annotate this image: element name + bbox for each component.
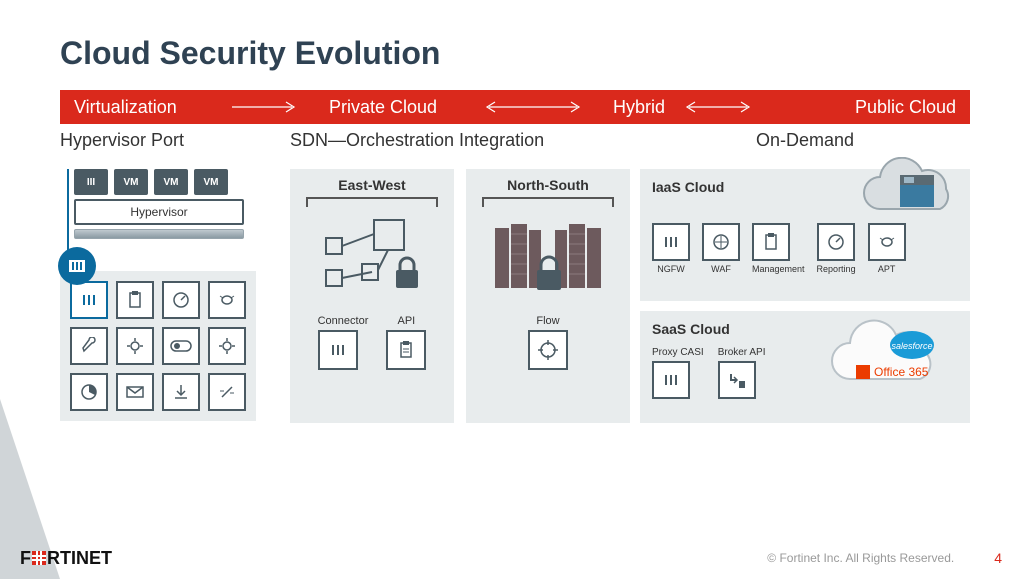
gear-icon	[208, 327, 246, 365]
iaas-panel: IaaS Cloud NGFW WAF Management Reporting…	[640, 169, 970, 301]
slide-footer: FRTINET © Fortinet Inc. All Rights Reser…	[0, 537, 1030, 579]
datacenter-diagram	[476, 209, 620, 309]
hypervisor-diagram: III VM VM VM Hypervisor	[60, 169, 260, 421]
arrow-bidir-icon	[679, 101, 769, 113]
clipboard-icon	[752, 223, 790, 261]
vm-tile: VM	[154, 169, 188, 195]
mail-icon	[116, 373, 154, 411]
vm-tile-row: III VM VM VM	[74, 169, 260, 195]
page-number: 4	[994, 550, 1002, 566]
api-label: API	[386, 315, 426, 327]
panel-title: North-South	[476, 177, 620, 193]
slide: Cloud Security Evolution Virtualization …	[0, 0, 1030, 423]
gauge-icon	[817, 223, 855, 261]
gauge-icon	[162, 281, 200, 319]
firewall-icon	[70, 281, 108, 319]
band-virtualization: Virtualization	[74, 97, 224, 118]
arrow-right-icon	[224, 101, 329, 113]
band-public-cloud: Public Cloud	[769, 97, 956, 118]
management-item: Management	[752, 223, 805, 274]
icon-label: Management	[752, 264, 805, 274]
target-icon	[528, 330, 568, 370]
clipboard-icon	[116, 281, 154, 319]
feature-icon-grid	[60, 271, 256, 421]
unlink-icon	[208, 373, 246, 411]
reporting-item: Reporting	[817, 223, 856, 274]
gear-icon	[116, 327, 154, 365]
hypervisor-column: III VM VM VM Hypervisor	[60, 169, 290, 423]
sub-hypervisor-port: Hypervisor Port	[60, 130, 290, 151]
firewall-circle-icon	[58, 247, 96, 285]
panel-controls: Flow	[476, 315, 620, 370]
firewall-icon	[652, 223, 690, 261]
panel-title: East-West	[300, 177, 444, 193]
evolution-band: Virtualization Private Cloud Hybrid Publ…	[60, 90, 970, 124]
saas-panel: salesforce Office 365 SaaS Cloud Proxy C…	[640, 311, 970, 423]
north-south-panel: North-South	[466, 169, 630, 423]
panel-controls: Connector API	[300, 315, 444, 370]
icon-label: Reporting	[817, 264, 856, 274]
icon-label: NGFW	[657, 264, 685, 274]
server-rack-icon	[74, 229, 244, 239]
sub-sdn-orchestration: SDN—Orchestration Integration	[290, 130, 640, 151]
topology-diagram	[300, 209, 444, 309]
bug-icon	[208, 281, 246, 319]
icon-label: Broker API	[718, 347, 766, 358]
clipboard-icon	[386, 330, 426, 370]
waf-item: WAF	[702, 223, 740, 274]
broker-api-item: Broker API	[718, 347, 766, 402]
bracket-icon	[306, 197, 438, 205]
vm-tile: III	[74, 169, 108, 195]
ngfw-item: NGFW	[652, 223, 690, 274]
download-icon	[162, 373, 200, 411]
connector-item: Connector	[318, 315, 369, 370]
wrench-icon	[70, 327, 108, 365]
east-west-panel: East-West	[290, 169, 454, 423]
copyright-text: © Fortinet Inc. All Rights Reserved.	[767, 551, 954, 565]
salesforce-logo: salesforce	[891, 341, 932, 351]
pie-icon	[70, 373, 108, 411]
band-hybrid: Hybrid	[599, 97, 679, 118]
hypervisor-box: Hypervisor	[74, 199, 244, 225]
sdn-column: East-West	[290, 169, 640, 423]
shield-icon	[702, 223, 740, 261]
proxy-casi-item: Proxy CASI	[652, 347, 704, 402]
cloud-saas-icon: salesforce Office 365	[820, 317, 960, 410]
cloud-vm-icon	[852, 157, 962, 236]
band-private-cloud: Private Cloud	[329, 97, 479, 118]
vm-tile: VM	[114, 169, 148, 195]
toggle-icon	[162, 327, 200, 365]
office365-logo: Office 365	[856, 365, 929, 379]
firewall-icon	[652, 361, 690, 399]
fortinet-logo: FRTINET	[20, 548, 112, 569]
cloud-column: IaaS Cloud NGFW WAF Management Reporting…	[640, 169, 970, 423]
connector-label: Connector	[318, 315, 369, 327]
vm-tile: VM	[194, 169, 228, 195]
slide-title: Cloud Security Evolution	[60, 35, 970, 72]
subcaption-row: Hypervisor Port SDN—Orchestration Integr…	[60, 130, 970, 151]
icon-label: WAF	[711, 264, 731, 274]
svg-text:Office 365: Office 365	[874, 365, 929, 379]
flow-item: Flow	[528, 315, 568, 370]
sub-on-demand: On-Demand	[640, 130, 970, 151]
icon-label: Proxy CASI	[652, 347, 704, 358]
content-columns: III VM VM VM Hypervisor	[60, 169, 970, 423]
api-item: API	[386, 315, 426, 370]
firewall-icon	[318, 330, 358, 370]
icon-label: APT	[878, 264, 896, 274]
arrow-db-icon	[718, 361, 756, 399]
bracket-icon	[482, 197, 614, 205]
flow-label: Flow	[528, 315, 568, 327]
arrow-bidir-icon	[479, 101, 599, 113]
